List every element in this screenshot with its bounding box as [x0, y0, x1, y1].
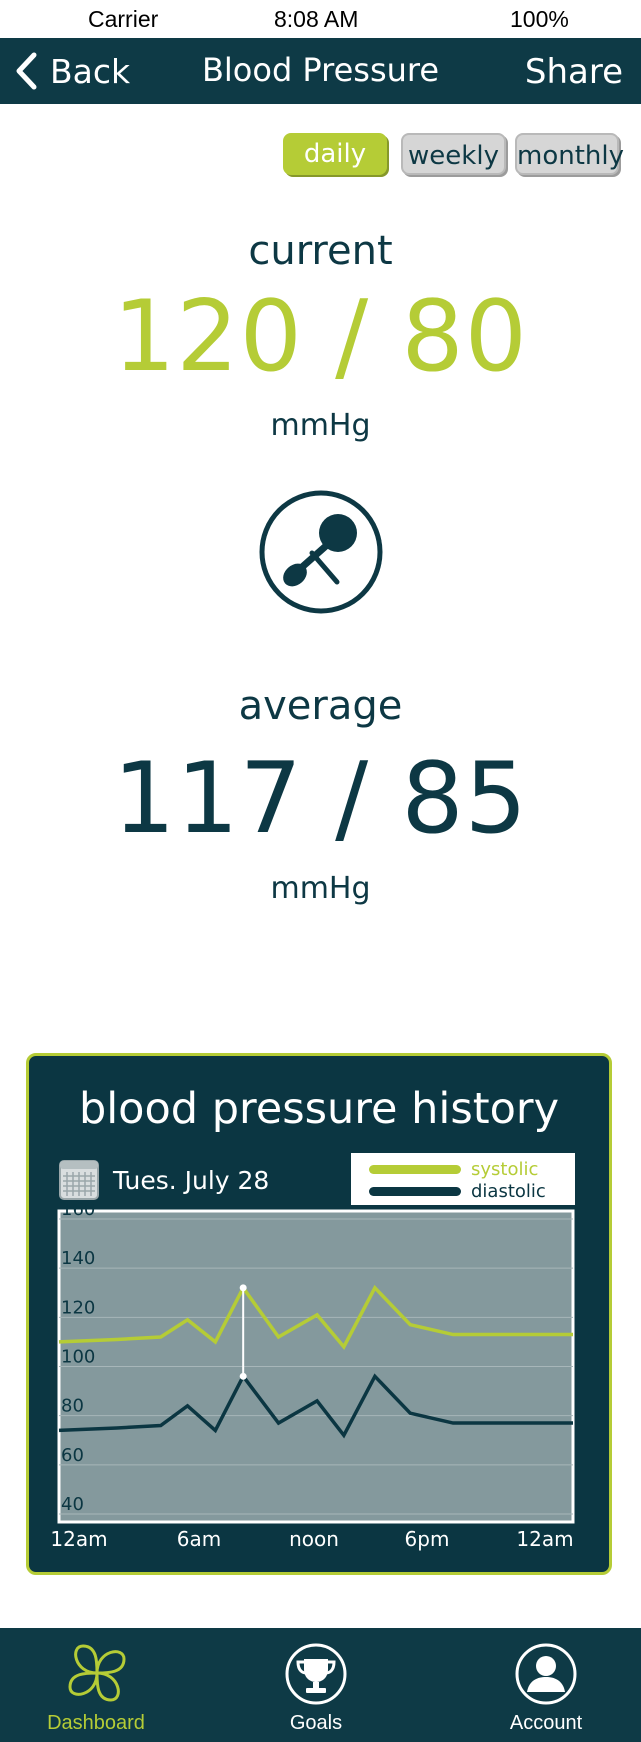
- tab-account[interactable]: Account: [456, 1628, 636, 1742]
- current-label: current: [248, 228, 393, 274]
- history-card: blood pressure history Tues. July 28 sys…: [26, 1053, 612, 1575]
- tab-daily[interactable]: daily: [283, 133, 387, 175]
- y-tick-label: 120: [61, 1297, 95, 1318]
- current-unit: mmHg: [270, 408, 371, 443]
- x-tick-label: 12am: [516, 1527, 573, 1551]
- navigation-bar: Back Blood Pressure Share: [0, 38, 641, 104]
- tab-label-account: Account: [509, 1712, 583, 1734]
- average-reading: 117 / 85: [112, 742, 529, 856]
- tab-bar: Dashboard Goals Account: [0, 1628, 641, 1742]
- average-unit: mmHg: [270, 871, 371, 906]
- trophy-icon: [285, 1643, 347, 1705]
- y-tick-label: 140: [61, 1248, 95, 1269]
- x-tick-label: 6am: [177, 1527, 221, 1551]
- x-tick-label: 6pm: [405, 1527, 450, 1551]
- tab-dashboard[interactable]: Dashboard: [6, 1628, 186, 1742]
- back-label: Back: [50, 51, 131, 91]
- tab-label-dashboard: Dashboard: [47, 1712, 145, 1734]
- tab-goals[interactable]: Goals: [226, 1628, 406, 1742]
- chevron-left-icon: [16, 52, 37, 90]
- blood-pressure-cuff-icon: [259, 490, 383, 614]
- share-button[interactable]: Share: [525, 52, 623, 92]
- highlight-point-systolic: [239, 1284, 247, 1292]
- dashboard-clover-icon: [68, 1644, 126, 1702]
- current-reading: 120 / 80: [112, 280, 529, 394]
- tab-weekly[interactable]: weekly: [401, 133, 506, 175]
- back-button[interactable]: Back: [14, 48, 130, 94]
- tab-monthly[interactable]: monthly: [515, 133, 624, 175]
- tab-label-goals: Goals: [289, 1712, 343, 1734]
- y-tick-label: 100: [61, 1347, 95, 1368]
- history-chart: 40 60 80 100 120 140 160 12am 6am noon 6pm 12am: [50, 1199, 575, 1551]
- y-tick-label: 40: [61, 1494, 84, 1515]
- carrier-label: Carrier: [88, 6, 159, 32]
- user-icon: [515, 1643, 577, 1705]
- y-tick-label: 160: [61, 1199, 95, 1220]
- clock: 8:08 AM: [274, 6, 359, 32]
- y-tick-label: 60: [61, 1445, 84, 1466]
- status-bar: Carrier 8:08 AM 100%: [0, 0, 641, 38]
- average-label: average: [238, 683, 403, 729]
- battery-label: 100%: [510, 6, 569, 32]
- x-tick-label: noon: [289, 1527, 339, 1551]
- highlight-point-diastolic: [239, 1372, 247, 1380]
- y-tick-label: 80: [61, 1396, 84, 1417]
- x-tick-label: 12am: [50, 1527, 107, 1551]
